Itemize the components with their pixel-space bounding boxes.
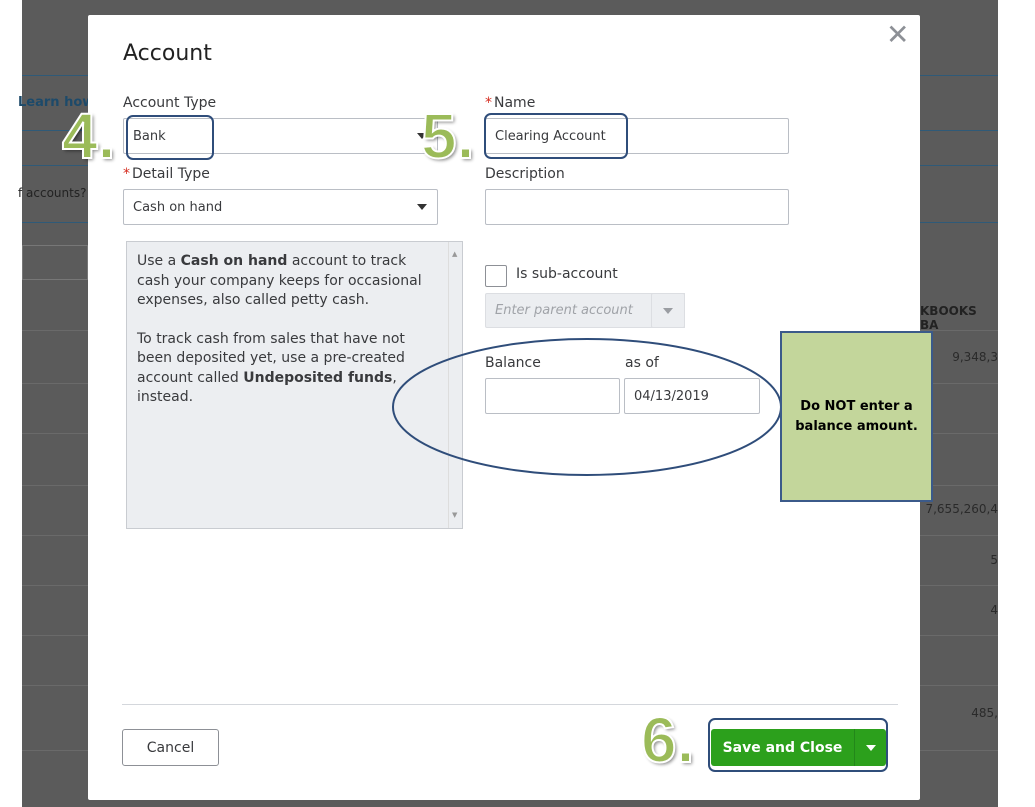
annotation-step-5: 5. [420, 100, 475, 172]
parent-account-dropdown[interactable] [651, 293, 685, 328]
detail-type-label: * Detail Type [123, 166, 210, 182]
annotation-highlight-save [708, 718, 888, 772]
annotation-ellipse [392, 338, 782, 476]
chevron-down-icon [663, 307, 673, 314]
cancel-button[interactable]: Cancel [122, 729, 219, 766]
column-header: KBOOKS BA [920, 304, 977, 332]
chevron-down-icon [417, 204, 427, 210]
description-label: Description [485, 166, 565, 182]
balance-value: 485, [971, 706, 998, 720]
footer-divider [122, 704, 898, 705]
accounts-text: f accounts? [18, 186, 87, 200]
balance-value: 5 [990, 553, 998, 567]
name-label: * Name [485, 95, 536, 111]
description-input[interactable] [485, 189, 789, 225]
account-type-label: Account Type [123, 95, 217, 111]
balance-value: 4 [990, 603, 998, 617]
annotation-callout: Do NOT enter a balance amount. [780, 331, 933, 502]
annotation-highlight-account-type [126, 115, 214, 160]
sub-account-checkbox[interactable] [485, 265, 507, 287]
sub-account-label: Is sub-account [516, 266, 618, 282]
annotation-step-4: 4. [61, 100, 116, 172]
dialog-title: Account [123, 41, 212, 66]
annotation-highlight-name [484, 113, 628, 159]
annotation-step-6: 6. [640, 704, 695, 776]
bg-search-box [22, 245, 88, 280]
detail-type-select[interactable]: Cash on hand [123, 189, 438, 225]
balance-value: 9,348,3 [952, 350, 998, 364]
close-icon[interactable]: ✕ [886, 21, 909, 49]
